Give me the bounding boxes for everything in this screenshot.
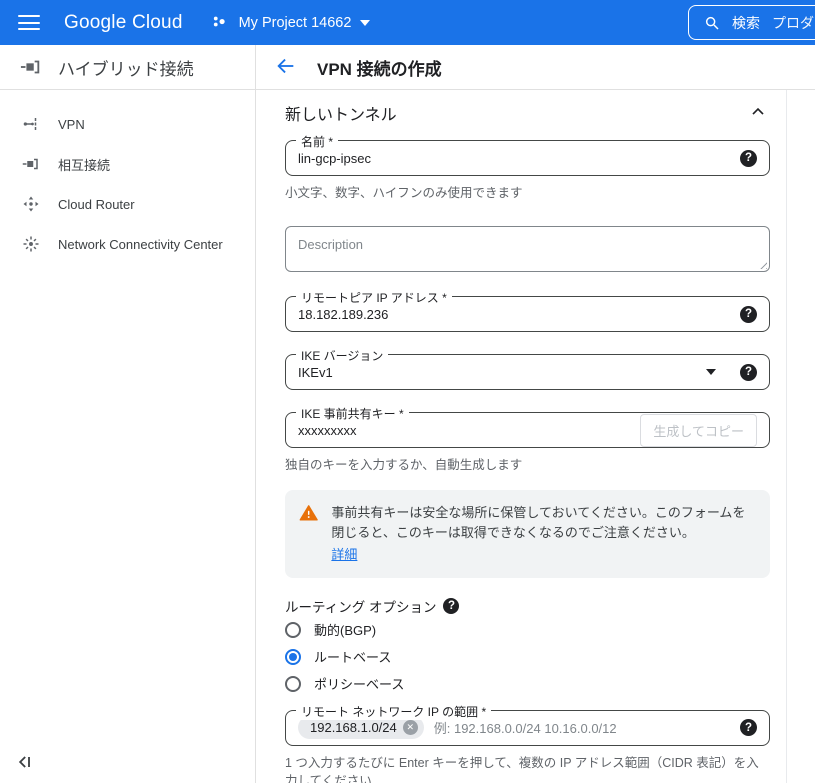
help-icon[interactable] xyxy=(443,598,459,614)
name-field-label: 名前 * xyxy=(296,133,338,150)
project-name: My Project 14662 xyxy=(239,15,352,31)
radio-route-based[interactable]: ルートベース xyxy=(285,644,770,670)
sidebar-item-label: 相互接続 xyxy=(58,155,110,174)
search-icon xyxy=(704,15,720,31)
remote-ip-ranges-label: リモート ネットワーク IP の範囲 * xyxy=(296,703,491,720)
remote-peer-ip-label: リモートピア IP アドレス * xyxy=(296,289,452,306)
radio-icon[interactable] xyxy=(285,622,301,638)
chevron-down-icon xyxy=(360,20,370,26)
radio-selected-icon[interactable] xyxy=(285,649,301,665)
page-title: VPN 接続の作成 xyxy=(317,55,442,80)
ike-version-label: IKE バージョン xyxy=(296,347,388,364)
section-title: 新しいトンネル xyxy=(285,101,397,125)
help-icon[interactable] xyxy=(740,306,757,323)
interconnect-icon xyxy=(22,155,40,173)
collapse-sidebar-icon[interactable] xyxy=(12,749,40,777)
main-content: VPN 接続の作成 新しいトンネル 名前 * 小文字、数字、ハイフンのみ使用でき… xyxy=(256,45,815,783)
sidebar-item-network-connectivity-center[interactable]: Network Connectivity Center xyxy=(0,224,255,264)
collapse-section-icon[interactable] xyxy=(746,101,770,125)
sidebar-item-vpn[interactable]: VPN xyxy=(0,104,255,144)
remote-peer-ip-field[interactable]: リモートピア IP アドレス * xyxy=(285,296,770,332)
tunnel-form: 新しいトンネル 名前 * 小文字、数字、ハイフンのみ使用できます xyxy=(256,90,770,783)
help-icon[interactable] xyxy=(740,364,757,381)
sidebar-title: ハイブリッド接続 xyxy=(58,55,194,80)
vpn-icon xyxy=(22,115,40,133)
description-textarea[interactable] xyxy=(285,226,770,272)
help-icon[interactable] xyxy=(740,719,757,736)
google-cloud-logo[interactable]: Google Cloud xyxy=(64,12,183,34)
hybrid-connectivity-icon xyxy=(20,56,42,78)
sidebar-item-label: Cloud Router xyxy=(58,197,135,212)
ip-ranges-helper-text: 1 つ入力するたびに Enter キーを押して、複数の IP アドレス範囲（CI… xyxy=(285,754,770,783)
radio-dynamic-bgp[interactable]: 動的(BGP) xyxy=(285,617,770,643)
remote-ip-ranges-field[interactable]: リモート ネットワーク IP の範囲 * 192.168.1.0/24 例: 1… xyxy=(285,710,770,746)
chip-remove-icon[interactable] xyxy=(403,720,418,735)
content-divider xyxy=(786,90,787,783)
sidebar: ハイブリッド接続 VPN 相互接続 xyxy=(0,45,256,783)
ike-psk-field[interactable]: IKE 事前共有キー * 生成してコピー xyxy=(285,412,770,448)
details-link[interactable]: 詳細 xyxy=(331,545,357,565)
warning-icon xyxy=(299,503,318,523)
warning-text: 事前共有キーは安全な場所に保管しておいてください。このフォームを閉じると、このキ… xyxy=(331,505,745,540)
network-connectivity-center-icon xyxy=(22,235,40,253)
remote-peer-ip-input[interactable] xyxy=(298,307,730,322)
project-selector[interactable]: My Project 14662 xyxy=(211,13,371,32)
ike-version-value[interactable] xyxy=(298,365,698,380)
sidebar-item-label: VPN xyxy=(58,117,85,132)
cloud-router-icon xyxy=(22,195,40,213)
sidebar-item-cloud-router[interactable]: Cloud Router xyxy=(0,184,255,224)
name-helper-text: 小文字、数字、ハイフンのみ使用できます xyxy=(285,184,770,202)
sidebar-item-label: Network Connectivity Center xyxy=(58,237,223,252)
page-header: VPN 接続の作成 xyxy=(256,45,815,90)
help-icon[interactable] xyxy=(740,150,757,167)
routing-options-label: ルーティング オプション xyxy=(285,596,436,616)
radio-icon[interactable] xyxy=(285,676,301,692)
project-icon xyxy=(211,13,230,32)
search-input[interactable]: 検索 プロダ xyxy=(688,5,815,40)
psk-warning-banner: 事前共有キーは安全な場所に保管しておいてください。このフォームを閉じると、このキ… xyxy=(285,490,770,577)
ike-version-select[interactable]: IKE バージョン xyxy=(285,354,770,390)
dropdown-arrow-icon[interactable] xyxy=(706,369,716,375)
search-label: 検索 xyxy=(732,13,760,33)
ike-psk-input[interactable] xyxy=(298,423,640,438)
name-field[interactable]: 名前 * xyxy=(285,140,770,176)
name-input[interactable] xyxy=(298,151,730,166)
menu-icon[interactable] xyxy=(18,15,40,30)
search-placeholder: プロダ xyxy=(772,13,814,33)
ike-psk-label: IKE 事前共有キー * xyxy=(296,405,409,422)
sidebar-header: ハイブリッド接続 xyxy=(0,45,255,90)
sidebar-nav: VPN 相互接続 Cloud Router xyxy=(0,90,255,264)
ike-psk-helper-text: 独自のキーを入力するか、自動生成します xyxy=(285,456,770,474)
back-arrow-icon[interactable] xyxy=(273,54,299,80)
sidebar-item-interconnect[interactable]: 相互接続 xyxy=(0,144,255,184)
ip-range-placeholder: 例: 192.168.0.0/24 10.16.0.0/12 xyxy=(434,718,730,737)
radio-policy-based[interactable]: ポリシーベース xyxy=(285,671,770,697)
generate-copy-button[interactable]: 生成してコピー xyxy=(640,414,757,447)
topbar: Google Cloud My Project 14662 検索 プロダ xyxy=(0,0,815,45)
